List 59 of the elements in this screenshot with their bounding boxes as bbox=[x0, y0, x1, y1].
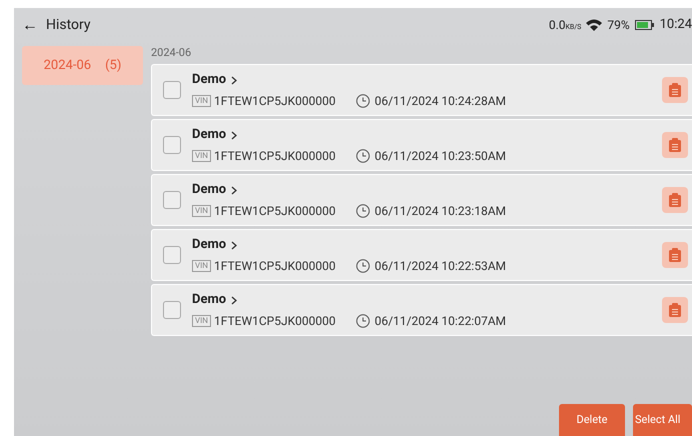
page-title: History bbox=[46, 16, 91, 34]
chevron-icon bbox=[231, 186, 238, 194]
record-card[interactable]: Demo VIN 1FTEW1CP5JK000000 06/11/2024 10:23:50AM bbox=[151, 119, 692, 171]
clock-icon bbox=[356, 204, 370, 218]
report-button[interactable] bbox=[662, 187, 688, 213]
vin-tag: VIN bbox=[192, 94, 211, 107]
vehicle-name: Demo bbox=[192, 71, 226, 90]
chevron-icon bbox=[231, 296, 238, 304]
battery-icon bbox=[634, 20, 655, 30]
battery-percent: 79% bbox=[607, 17, 630, 34]
vin-number: 1FTEW1CP5JK000000 bbox=[214, 202, 336, 220]
clock-icon bbox=[356, 314, 370, 328]
wifi-icon bbox=[586, 19, 602, 31]
record-card[interactable]: Demo VIN 1FTEW1CP5JK000000 06/11/2024 10:24:28AM bbox=[151, 64, 692, 116]
checkbox[interactable] bbox=[163, 191, 181, 209]
checkbox[interactable] bbox=[163, 246, 181, 264]
vehicle-name: Demo bbox=[192, 181, 226, 200]
record-time: 06/11/2024 10:24:28AM bbox=[374, 92, 506, 110]
chevron-icon bbox=[231, 130, 238, 140]
clipboard-icon bbox=[669, 138, 681, 152]
vin-number: 1FTEW1CP5JK000000 bbox=[214, 148, 336, 165]
record-card[interactable]: Demo VIN 1FTEW1CP5JK000000 06/11/2024 10:22:53AM bbox=[151, 229, 692, 281]
back-button[interactable]: ← bbox=[22, 13, 38, 37]
vehicle-name: Demo bbox=[192, 236, 226, 254]
record-time: 06/11/2024 10:23:50AM bbox=[374, 148, 506, 165]
clipboard-icon bbox=[669, 248, 681, 262]
record-time: 06/11/2024 10:22:07AM bbox=[374, 312, 506, 330]
chevron-icon bbox=[231, 240, 238, 250]
clock-icon bbox=[356, 148, 370, 163]
clipboard-icon bbox=[669, 303, 681, 317]
report-button[interactable] bbox=[662, 242, 688, 268]
vin-number: 1FTEW1CP5JK000000 bbox=[214, 258, 336, 275]
vin-number: 1FTEW1CP5JK000000 bbox=[214, 312, 336, 330]
clock-icon bbox=[356, 94, 370, 108]
clock-time: 10:24 bbox=[660, 16, 692, 34]
vin-number: 1FTEW1CP5JK000000 bbox=[214, 92, 336, 110]
vehicle-name: Demo bbox=[192, 126, 226, 144]
section-label: 2024-06 bbox=[151, 45, 192, 61]
chevron-icon bbox=[231, 76, 238, 84]
report-button[interactable] bbox=[662, 77, 688, 103]
report-button[interactable] bbox=[662, 297, 688, 323]
record-time: 06/11/2024 10:23:18AM bbox=[374, 202, 506, 220]
clipboard-icon bbox=[669, 193, 681, 207]
vin-tag: VIN bbox=[192, 204, 211, 217]
clipboard-icon bbox=[669, 83, 681, 97]
action-button[interactable]: Delete bbox=[559, 404, 625, 436]
clock-icon bbox=[356, 258, 370, 273]
report-button[interactable] bbox=[662, 132, 688, 158]
record-card[interactable]: Demo VIN 1FTEW1CP5JK000000 06/11/2024 10:22:07AM bbox=[151, 284, 692, 336]
vehicle-name: Demo bbox=[192, 291, 226, 310]
record-card[interactable]: Demo VIN 1FTEW1CP5JK000000 06/11/2024 10:23:18AM bbox=[151, 174, 692, 226]
vin-tag: VIN bbox=[192, 150, 211, 162]
checkbox[interactable] bbox=[163, 136, 181, 154]
action-button[interactable]: Select All bbox=[633, 404, 692, 436]
vin-tag: VIN bbox=[192, 314, 211, 327]
vin-tag: VIN bbox=[192, 260, 211, 272]
checkbox[interactable] bbox=[163, 301, 181, 319]
checkbox[interactable] bbox=[163, 81, 181, 99]
record-time: 06/11/2024 10:22:53AM bbox=[374, 258, 506, 275]
